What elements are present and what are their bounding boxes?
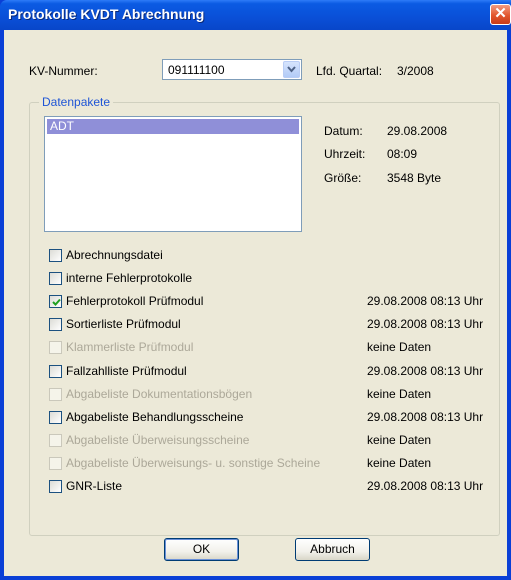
checkbox-label: Abgabeliste Überweisungsscheine bbox=[66, 433, 250, 447]
close-button[interactable]: ✕ bbox=[490, 4, 511, 25]
chevron-down-icon bbox=[287, 66, 296, 73]
kv-number-combobox[interactable]: 091111100 bbox=[162, 59, 302, 80]
dialog-window: Protokolle KVDT Abrechnung ✕ KV-Nummer: … bbox=[0, 0, 511, 580]
checkbox-label[interactable]: interne Fehlerprotokolle bbox=[66, 271, 192, 285]
checkbox-status: keine Daten bbox=[367, 387, 432, 401]
quarter-label: Lfd. Quartal: bbox=[316, 64, 383, 78]
quarter-value: 3/2008 bbox=[397, 64, 434, 78]
ok-button[interactable]: OK bbox=[164, 538, 239, 561]
checkbox-status: 29.08.2008 08:13 Uhr bbox=[367, 294, 484, 308]
checkbox[interactable] bbox=[49, 272, 62, 285]
checkbox-label: Abgabeliste Dokumentationsbögen bbox=[66, 387, 253, 401]
cancel-button[interactable]: Abbruch bbox=[295, 538, 370, 561]
dialog-body: KV-Nummer: 091111100 Lfd. Quartal: 3/200… bbox=[4, 30, 507, 576]
size-value: 3548 Byte bbox=[387, 171, 442, 185]
checkbox[interactable] bbox=[49, 318, 62, 331]
checkbox bbox=[49, 457, 62, 470]
checkbox-label[interactable]: Abgabeliste Behandlungsscheine bbox=[66, 410, 243, 424]
date-value: 29.08.2008 bbox=[387, 124, 448, 138]
checkmark-icon bbox=[52, 298, 61, 306]
window-title: Protokolle KVDT Abrechnung bbox=[8, 6, 205, 22]
time-label: Uhrzeit: bbox=[324, 147, 366, 161]
checkbox bbox=[49, 388, 62, 401]
checkbox bbox=[49, 341, 62, 354]
checkbox-label[interactable]: GNR-Liste bbox=[66, 479, 122, 493]
checkbox-status: 29.08.2008 08:13 Uhr bbox=[367, 479, 484, 493]
checkbox-label[interactable]: Sortierliste Prüfmodul bbox=[66, 317, 181, 331]
checkbox-label[interactable]: Fallzahlliste Prüfmodul bbox=[66, 364, 187, 378]
close-icon: ✕ bbox=[494, 5, 507, 22]
title-bar[interactable]: Protokolle KVDT Abrechnung ✕ bbox=[0, 0, 511, 30]
list-item[interactable]: ADT bbox=[47, 119, 299, 134]
datenpakete-legend: Datenpakete bbox=[39, 95, 114, 109]
kv-number-label: KV-Nummer: bbox=[29, 64, 98, 78]
kv-number-value: 091111100 bbox=[168, 63, 225, 77]
checkbox[interactable] bbox=[49, 365, 62, 378]
checkbox-status: keine Daten bbox=[367, 433, 432, 447]
date-label: Datum: bbox=[324, 124, 363, 138]
checkbox-status: keine Daten bbox=[367, 456, 432, 470]
kv-number-dropdown-button[interactable] bbox=[283, 61, 300, 78]
checkbox-status: 29.08.2008 08:13 Uhr bbox=[367, 364, 484, 378]
time-value: 08:09 bbox=[387, 147, 418, 161]
checkbox[interactable] bbox=[49, 249, 62, 262]
checkbox-label: Abgabeliste Überweisungs- u. sonstige Sc… bbox=[66, 456, 321, 470]
checkbox-status: 29.08.2008 08:13 Uhr bbox=[367, 317, 484, 331]
checkbox[interactable] bbox=[49, 480, 62, 493]
checkbox[interactable] bbox=[49, 411, 62, 424]
checkbox[interactable] bbox=[49, 295, 62, 308]
checkbox-status: 29.08.2008 08:13 Uhr bbox=[367, 410, 484, 424]
size-label: Größe: bbox=[324, 171, 362, 185]
checkbox-label[interactable]: Fehlerprotokoll Prüfmodul bbox=[66, 294, 203, 308]
checkbox bbox=[49, 434, 62, 447]
checkbox-label: Klammerliste Prüfmodul bbox=[66, 340, 194, 354]
checkbox-status: keine Daten bbox=[367, 340, 432, 354]
datenpakete-listbox[interactable]: ADT bbox=[44, 116, 302, 232]
checkbox-label[interactable]: Abrechnungsdatei bbox=[66, 248, 163, 262]
